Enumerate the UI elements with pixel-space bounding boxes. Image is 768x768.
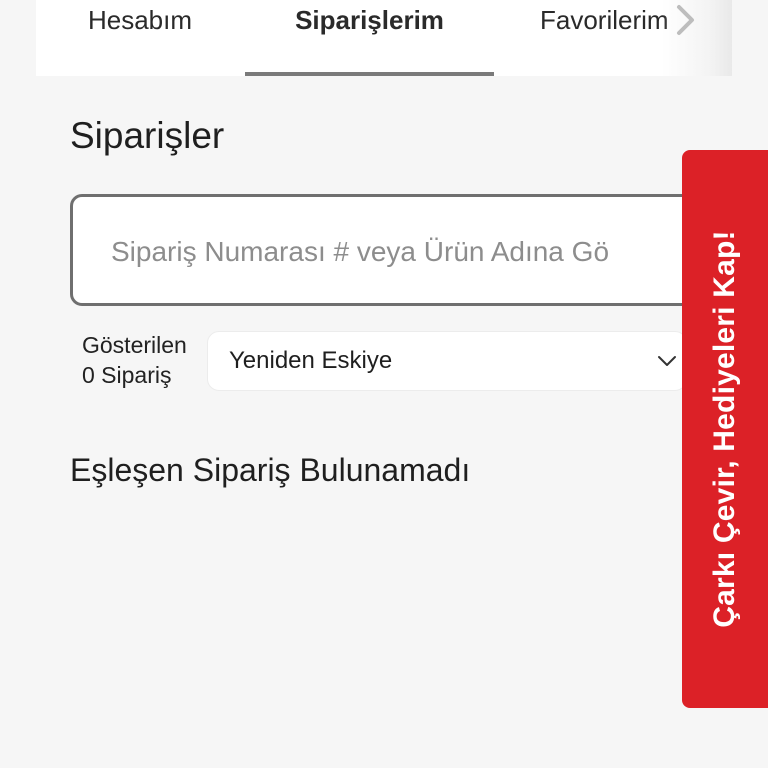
spin-wheel-promo-label: Çarkı Çevir, Hediyeleri Kap! [708,230,741,628]
chevron-down-icon [658,356,676,366]
tab-account[interactable]: Hesabım [36,0,244,76]
empty-state-message: Eşleşen Sipariş Bulunamadı [70,452,471,488]
order-search-box[interactable] [70,194,710,306]
account-tab-bar: Hesabım Siparişlerim Favorilerim [36,0,732,76]
order-count-label-line1: Gösterilen [82,332,187,358]
tab-account-label: Hesabım [87,5,193,35]
tab-orders[interactable]: Siparişlerim [245,0,494,76]
sort-order-value: Yeniden Eskiye [229,347,393,374]
chevron-right-icon[interactable] [672,3,698,37]
order-search-input[interactable] [109,227,673,277]
sort-order-select[interactable]: Yeniden Eskiye [207,331,687,391]
tab-favorites-label: Favorilerim [540,5,669,35]
spin-wheel-promo-tab[interactable]: Çarkı Çevir, Hediyeleri Kap! [682,150,768,708]
order-count-label: Gösterilen 0 Sipariş [82,330,187,390]
page-title: Siparişler [70,115,225,156]
tab-favorites[interactable]: Favorilerim [540,0,732,76]
tab-orders-label: Siparişlerim [295,5,444,35]
order-count-label-line2: 0 Sipariş [82,362,172,388]
orders-page: Hesabım Siparişlerim Favorilerim Sipariş… [0,0,768,768]
